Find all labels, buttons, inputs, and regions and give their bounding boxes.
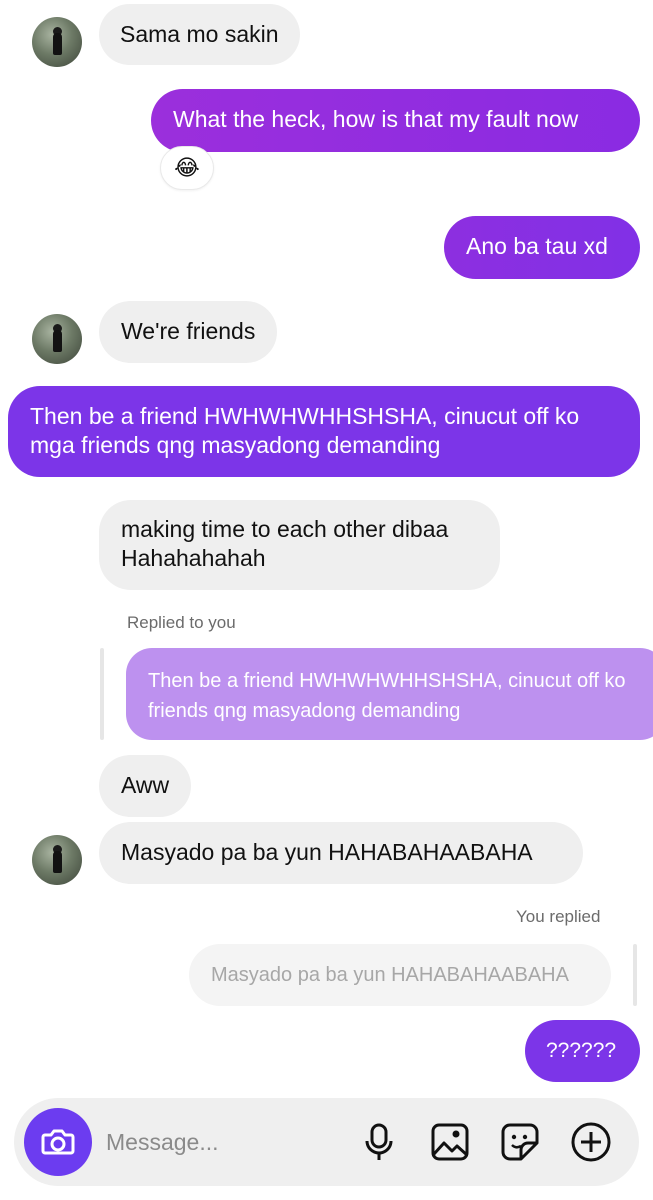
message-text: Aww	[121, 772, 170, 798]
message-text-line: Then be a friend HWHWHWHHSHSHA, cinucut …	[30, 403, 580, 429]
message-bubble-incoming[interactable]: Masyado pa ba yun HAHABAHAABAHA	[99, 822, 583, 884]
message-bubble-outgoing[interactable]: What the heck, how is that my fault now	[151, 89, 640, 152]
message-text-line: mga friends qng masyadong demanding	[30, 432, 441, 458]
message-text: Ano ba tau xd	[466, 233, 608, 259]
quoted-message[interactable]: Then be a friend HWHWHWHHSHSHA, cinucut …	[126, 648, 653, 740]
camera-icon	[41, 1129, 75, 1155]
more-button[interactable]	[569, 1120, 613, 1164]
laughing-emoji-icon: 😂	[174, 155, 200, 180]
avatar[interactable]	[32, 17, 82, 67]
quoted-message[interactable]: Masyado pa ba yun HAHABAHAABAHA	[189, 944, 611, 1006]
voice-button[interactable]	[357, 1120, 401, 1164]
sticker-icon	[501, 1123, 539, 1161]
message-bubble-outgoing[interactable]: ??????	[525, 1020, 640, 1082]
message-text: What the heck, how is that my fault now	[173, 106, 579, 132]
quoted-text: Masyado pa ba yun HAHABAHAABAHA	[211, 964, 569, 986]
microphone-icon	[365, 1123, 393, 1160]
message-text-line: Hahahahahah	[121, 545, 266, 571]
message-bubble-outgoing[interactable]: Ano ba tau xd	[444, 216, 640, 279]
avatar[interactable]	[32, 314, 82, 364]
message-bubble-incoming[interactable]: making time to each other dibaa Hahahaha…	[99, 500, 500, 590]
message-text-line: making time to each other dibaa	[121, 516, 449, 542]
gallery-icon	[431, 1123, 469, 1161]
message-text: We're friends	[121, 318, 256, 344]
message-bubble-outgoing[interactable]: Then be a friend HWHWHWHHSHSHA, cinucut …	[8, 386, 640, 477]
sticker-button[interactable]	[498, 1120, 542, 1164]
reply-indicator-bar	[633, 944, 637, 1006]
message-bubble-incoming[interactable]: Sama mo sakin	[99, 4, 300, 65]
message-input[interactable]	[106, 1120, 326, 1164]
quoted-text-line: friends qng masyadong demanding	[148, 700, 461, 722]
avatar[interactable]	[32, 835, 82, 885]
quoted-text-line: Then be a friend HWHWHWHHSHSHA, cinucut …	[148, 670, 626, 692]
message-bubble-incoming[interactable]: We're friends	[99, 301, 278, 363]
gallery-button[interactable]	[428, 1120, 472, 1164]
message-text: Sama mo sakin	[120, 21, 279, 47]
message-text: Masyado pa ba yun HAHABAHAABAHA	[121, 839, 533, 865]
reply-indicator-bar	[100, 648, 104, 740]
camera-button[interactable]	[24, 1108, 92, 1176]
reply-label: You replied	[516, 907, 601, 926]
message-text: ??????	[546, 1039, 617, 1062]
message-bubble-incoming[interactable]: Aww	[99, 755, 192, 817]
reaction-badge[interactable]: 😂	[160, 146, 214, 190]
plus-icon	[571, 1122, 611, 1162]
reply-label: Replied to you	[127, 613, 236, 632]
message-composer	[14, 1098, 639, 1186]
